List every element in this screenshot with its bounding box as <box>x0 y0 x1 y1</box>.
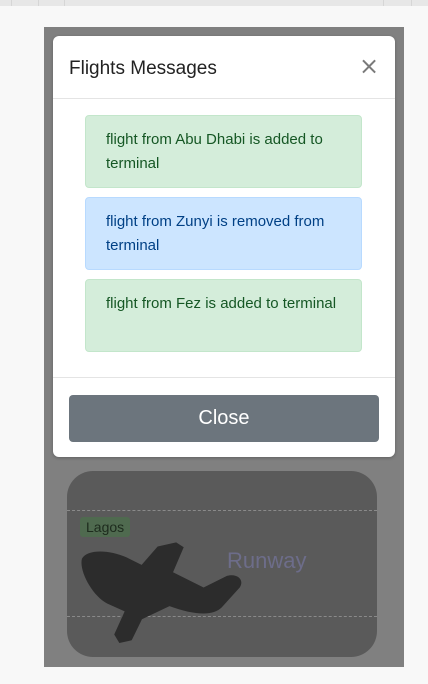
close-button[interactable]: Close <box>69 395 379 442</box>
top-toolbar-strip <box>0 0 428 6</box>
toolbar-divider <box>383 0 384 6</box>
modal-body: flight from Abu Dhabi is added to termin… <box>53 99 395 376</box>
toolbar-divider <box>411 0 412 6</box>
close-icon[interactable]: × <box>359 54 379 78</box>
toolbar-divider <box>64 0 65 6</box>
runway-lane-line <box>67 510 377 511</box>
modal-header: Flights Messages × <box>53 36 395 99</box>
city-badge: Lagos <box>80 517 131 537</box>
flight-message-alert: flight from Fez is added to terminal <box>85 279 362 352</box>
flight-message-alert: flight from Zunyi is removed from termin… <box>85 197 362 270</box>
flight-message-alert: flight from Abu Dhabi is added to termin… <box>85 115 362 188</box>
modal-title: Flights Messages <box>69 58 217 79</box>
toolbar-divider <box>38 0 39 6</box>
modal-footer: Close <box>53 377 395 458</box>
airplane-icon <box>81 542 242 644</box>
toolbar-divider <box>11 0 12 6</box>
runway-card: Runway Lagos <box>67 471 377 657</box>
flights-messages-modal: Flights Messages × flight from Abu Dhabi… <box>53 36 395 457</box>
